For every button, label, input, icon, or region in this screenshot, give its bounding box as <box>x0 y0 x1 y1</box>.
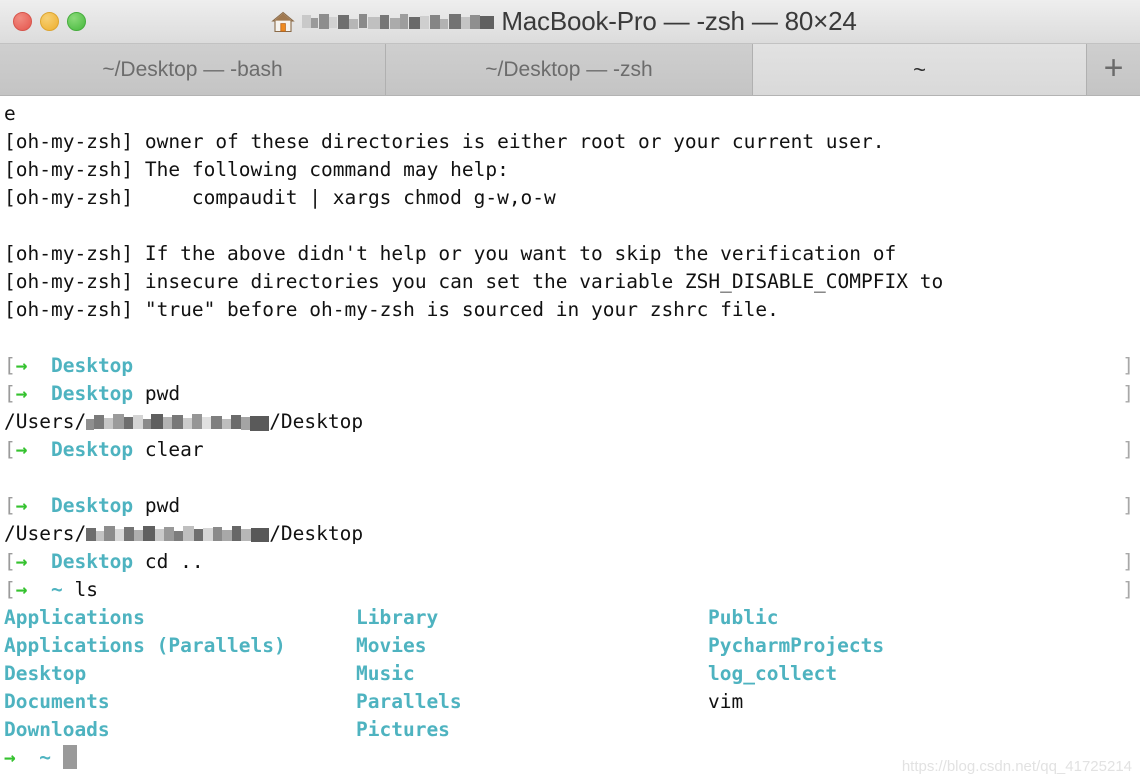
prompt-arrow-icon: → <box>15 550 28 573</box>
terminal-output[interactable]: e [oh-my-zsh] owner of these directories… <box>0 96 1140 781</box>
path-output-line: /Users/ /Desktop <box>0 408 1140 436</box>
output-line: [oh-my-zsh] insecure directories you can… <box>4 270 944 293</box>
prompt-bracket-right: ] <box>1122 382 1134 405</box>
path-suffix: /Desktop <box>269 410 364 433</box>
ls-output-grid: Applications Library Public Applications… <box>0 604 1140 744</box>
prompt-cwd: Desktop <box>50 438 134 461</box>
prompt-cwd: Desktop <box>50 354 134 377</box>
prompt-line: [→ ~ ls] <box>0 576 1140 604</box>
watermark: https://blog.csdn.net/qq_41725214 <box>901 758 1132 775</box>
prompt-command: pwd <box>144 382 181 405</box>
prompt-bracket-left: [ <box>4 550 16 573</box>
tab-home[interactable]: ~ <box>753 44 1087 95</box>
prompt-arrow-icon: → <box>4 746 16 769</box>
window-controls <box>0 12 86 31</box>
tab-bar: ~/Desktop — -bash ~/Desktop — -zsh ~ + <box>0 44 1140 96</box>
prompt-bracket-right: ] <box>1122 578 1134 601</box>
prompt-cwd: ~ <box>50 578 63 601</box>
prompt-bracket-left: [ <box>4 578 16 601</box>
window-title: MacBook-Pro — -zsh — 80×24 <box>0 0 1140 43</box>
ls-entry[interactable]: Pictures <box>356 716 708 744</box>
ls-entry[interactable]: Applications (Parallels) <box>4 632 356 660</box>
prompt-arrow-icon: → <box>15 578 28 601</box>
output-line-blank <box>0 464 1140 492</box>
path-prefix: /Users/ <box>4 410 87 433</box>
ls-entry[interactable]: Applications <box>4 604 356 632</box>
output-line: [oh-my-zsh] "true" before oh-my-zsh is s… <box>4 298 779 321</box>
prompt-line: [→ Desktop pwd] <box>0 492 1140 520</box>
output-line-blank <box>0 212 1140 240</box>
prompt-arrow-icon: → <box>15 382 28 405</box>
ls-entry[interactable]: Parallels <box>356 688 708 716</box>
redacted-username-path <box>86 411 270 433</box>
prompt-arrow-icon: → <box>15 494 28 517</box>
prompt-bracket-right: ] <box>1122 550 1134 573</box>
path-suffix: /Desktop <box>269 522 364 545</box>
ls-entry[interactable]: Library <box>356 604 708 632</box>
prompt-command: cd .. <box>144 550 204 573</box>
window-title-text: MacBook-Pro — -zsh — 80×24 <box>501 6 857 36</box>
ls-entry[interactable]: Desktop <box>4 660 356 688</box>
minimize-button[interactable] <box>40 12 59 31</box>
redacted-username-path <box>86 523 270 545</box>
output-line: [oh-my-zsh] If the above didn't help or … <box>4 242 897 265</box>
ls-entry[interactable]: Downloads <box>4 716 356 744</box>
block-cursor <box>62 745 77 769</box>
prompt-line: [→ Desktop cd ..] <box>0 548 1140 576</box>
tab-desktop-zsh[interactable]: ~/Desktop — -zsh <box>386 44 753 95</box>
ls-entry[interactable]: vim <box>708 688 1140 716</box>
ls-entry[interactable]: PycharmProjects <box>708 632 1140 660</box>
prompt-cwd: ~ <box>39 746 51 769</box>
ls-entry[interactable]: Movies <box>356 632 708 660</box>
prompt-line: [→ Desktop pwd] <box>0 380 1140 408</box>
output-line: e <box>4 102 16 125</box>
prompt-bracket-left: [ <box>4 494 16 517</box>
zoom-button[interactable] <box>67 12 86 31</box>
title-bar: MacBook-Pro — -zsh — 80×24 <box>0 0 1140 44</box>
prompt-command: ls <box>74 578 98 601</box>
ls-entry[interactable]: Public <box>708 604 1140 632</box>
path-output-line: /Users/ /Desktop <box>0 520 1140 548</box>
home-icon <box>271 10 296 34</box>
prompt-bracket-right: ] <box>1122 494 1134 517</box>
output-line: [oh-my-zsh] The following command may he… <box>4 158 509 181</box>
prompt-line: [→ Desktop clear] <box>0 436 1140 464</box>
new-tab-button[interactable]: + <box>1087 44 1140 95</box>
prompt-bracket-left: [ <box>4 382 16 405</box>
prompt-bracket-left: [ <box>4 354 16 377</box>
prompt-command: pwd <box>144 494 181 517</box>
tab-desktop-bash[interactable]: ~/Desktop — -bash <box>0 44 386 95</box>
path-prefix: /Users/ <box>4 522 87 545</box>
prompt-bracket-right: ] <box>1122 438 1134 461</box>
redacted-username-title <box>302 11 495 33</box>
close-button[interactable] <box>13 12 32 31</box>
ls-entry[interactable]: Music <box>356 660 708 688</box>
prompt-cwd: Desktop <box>50 382 134 405</box>
output-line-blank <box>0 324 1140 352</box>
prompt-bracket-right: ] <box>1122 354 1134 377</box>
ls-entry[interactable] <box>708 716 1140 744</box>
terminal-window: MacBook-Pro — -zsh — 80×24 ~/Desktop — -… <box>0 0 1140 782</box>
ls-entry[interactable]: log_collect <box>708 660 1140 688</box>
prompt-cwd: Desktop <box>50 494 134 517</box>
output-line: [oh-my-zsh] owner of these directories i… <box>4 130 885 153</box>
prompt-line: [→ Desktop ] <box>0 352 1140 380</box>
prompt-bracket-left: [ <box>4 438 16 461</box>
prompt-arrow-icon: → <box>15 438 28 461</box>
prompt-arrow-icon: → <box>15 354 28 377</box>
ls-entry[interactable]: Documents <box>4 688 356 716</box>
prompt-command: clear <box>144 438 204 461</box>
prompt-cwd: Desktop <box>50 550 134 573</box>
output-line: [oh-my-zsh] compaudit | xargs chmod g-w,… <box>4 186 556 209</box>
